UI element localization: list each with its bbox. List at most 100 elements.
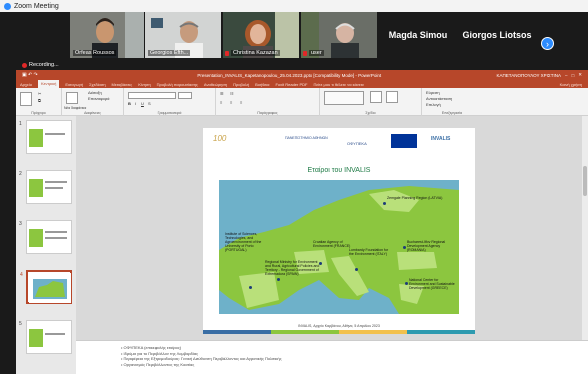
slide-number: 5 (19, 321, 22, 327)
font-name-select[interactable] (128, 92, 176, 99)
copy-icon[interactable]: ⧉ (38, 98, 41, 103)
slide-editor[interactable]: 100 ΠΑΝΕΠΙΣΤΗΜΙΟ ΑΘΗΝΩΝ OΦΥΠΕΚΑ INVALIS … (76, 116, 588, 340)
slide-thumbnail-active[interactable]: 4 (20, 270, 72, 304)
find-button[interactable]: Εύρεση (426, 90, 440, 95)
slide-thumbnail[interactable]: 5 (19, 320, 72, 354)
slide-number: 2 (19, 171, 22, 177)
save-icon[interactable]: ▣ (22, 72, 27, 78)
slide-number: 4 (20, 272, 23, 278)
strikethrough-icon[interactable]: S (148, 101, 151, 106)
bullets-icon[interactable]: ☰ (220, 91, 224, 96)
select-button[interactable]: Επιλογή (426, 102, 441, 107)
numbering-icon[interactable]: ☷ (230, 91, 234, 96)
new-slide-button[interactable]: Νέα διαφάνεια (64, 106, 86, 110)
group-label: Σχέδιο (365, 111, 376, 115)
tab-transitions[interactable]: Μεταβάσεις (112, 82, 133, 87)
current-slide[interactable]: 100 ΠΑΝΕΠΙΣΤΗΜΙΟ ΑΘΗΝΩΝ OΦΥΠΕΚΑ INVALIS … (203, 128, 475, 334)
thumbnail-line (45, 333, 65, 335)
participant-name: Christina Kazazan (231, 50, 280, 56)
participant-name: Georgios Efth... (148, 50, 191, 56)
location-marker-icon (405, 282, 408, 285)
quick-styles-icon[interactable] (386, 91, 398, 103)
share-button[interactable]: Κοινή χρήση (560, 82, 582, 87)
editor-scrollbar[interactable] (582, 116, 588, 340)
centenary-logo: 100 (213, 134, 227, 143)
note-line: Οργανισμός Περιβάλλοντος της Κοατίας (121, 362, 588, 368)
tab-design[interactable]: Σχεδίαση (89, 82, 105, 87)
partner-label: Institute of Sciences, Technologies, and… (225, 232, 262, 253)
partner-label: Bucharest-Ilfov Regional Development Age… (407, 240, 446, 253)
new-slide-icon[interactable] (66, 92, 78, 104)
tab-slideshow[interactable]: Προβολή παρουσίασης (157, 82, 198, 87)
minimize-icon[interactable]: – (565, 73, 568, 78)
underline-icon[interactable]: U (141, 101, 144, 106)
slide-color-bar (203, 330, 475, 334)
muted-mic-icon (225, 51, 229, 56)
participant-tile-magda[interactable]: Magda Simou (382, 12, 454, 58)
ppt-title-bar: ▣ ↶ ↷ Presentation_INVALIS_Kapetanopoulo… (16, 70, 588, 80)
slide-thumbnail[interactable]: 3 (19, 220, 72, 254)
tab-foxit[interactable]: Foxit Reader PDF (275, 82, 307, 87)
align-center-icon[interactable]: ≡ (230, 100, 232, 105)
record-icon (22, 62, 27, 68)
tab-animations[interactable]: Κίνηση (138, 82, 150, 87)
layout-button[interactable]: Διάταξη (88, 90, 102, 95)
tab-insert[interactable]: Εισαγωγή (65, 82, 83, 87)
university-logo-text: ΠΑΝΕΠΙΣΤΗΜΙΟ ΑΘΗΝΩΝ (285, 136, 328, 140)
group-font: B I U S Γραμματοσειρά (124, 88, 216, 116)
paste-icon[interactable] (20, 92, 32, 106)
undo-icon[interactable]: ↶ (28, 72, 32, 78)
tab-home[interactable]: Κεντρική (37, 80, 60, 88)
tab-view[interactable]: Προβολή (233, 82, 249, 87)
signed-in-user[interactable]: ΚΑΠΕΤΑΝΟΠΟΥΛΟΥ ΧΡΙΣΤΙΝΑ (497, 73, 561, 78)
tab-review[interactable]: Αναθεώρηση (204, 82, 227, 87)
reset-button[interactable]: Επαναφορά (88, 96, 109, 101)
maximize-icon[interactable]: □ (571, 73, 574, 78)
ribbon: ✂ ⧉ Πρόχειρο Νέα διαφάνεια Διάταξη Επανα… (16, 88, 588, 116)
slide-thumbnail[interactable]: 2 (19, 170, 72, 204)
partner-label: Croatian Agency of Environment (FRANCE) (313, 240, 351, 249)
replace-button[interactable]: Αντικατάσταση (426, 96, 452, 101)
quick-access-toolbar[interactable]: ▣ ↶ ↷ (22, 72, 82, 78)
tab-file[interactable]: Αρχείο (20, 82, 32, 87)
shapes-gallery[interactable] (324, 91, 364, 105)
partner-label: National Center for Environment and Sust… (409, 278, 455, 291)
close-icon[interactable]: ✕ (578, 72, 582, 78)
slide-number: 3 (19, 221, 22, 227)
speaker-notes-pane[interactable]: ΟΦΥΠΕΚΑ (επικεφαλής εταίρος) Ιδρύμα για … (76, 340, 588, 374)
redo-icon[interactable]: ↷ (33, 72, 37, 78)
next-page-button[interactable]: › (541, 37, 554, 50)
italic-icon[interactable]: I (135, 101, 136, 106)
slide-title: Εταίροι του INVALIS (307, 167, 371, 174)
slide-thumbnail[interactable]: 1 (19, 120, 72, 154)
participant-tile[interactable]: Georgios Efth... (145, 12, 221, 58)
scrollbar-thumb[interactable] (583, 166, 587, 196)
thumbnail-graphic (29, 329, 43, 347)
zoom-window-title: Zoom Meeting (14, 2, 59, 10)
participant-tile[interactable]: user (301, 12, 377, 58)
participant-tile[interactable]: Christina Kazazan (223, 12, 299, 58)
align-right-icon[interactable]: ≡ (240, 100, 242, 105)
tab-help[interactable]: Βοήθεια (255, 82, 269, 87)
muted-mic-icon (303, 51, 307, 56)
ribbon-tabs: Αρχείο Κεντρική Εισαγωγή Σχεδίαση Μεταβά… (16, 80, 588, 88)
thumbnail-line (45, 237, 67, 239)
arrange-icon[interactable] (370, 91, 382, 103)
participant-tile[interactable]: Orfeas Roussos (70, 12, 144, 58)
tell-me-search[interactable]: Πείτε μου τι θέλετε να κάνετε (313, 82, 364, 87)
location-marker-icon (383, 202, 386, 205)
thumbnail-graphic (29, 129, 43, 147)
ofypeka-logo-text: OΦΥΠΕΚΑ (347, 141, 367, 146)
bold-icon[interactable]: B (128, 101, 131, 106)
align-left-icon[interactable]: ≡ (220, 100, 222, 105)
font-size-select[interactable] (178, 92, 192, 99)
slide-number: 1 (19, 121, 22, 127)
thumbnail-line (45, 231, 67, 233)
cut-icon[interactable]: ✂ (38, 91, 41, 96)
recording-indicator[interactable]: Recording... (22, 62, 59, 68)
participant-name: Giorgos Liotsos (462, 30, 532, 40)
thumbnail-map (29, 273, 71, 303)
location-marker-icon (319, 262, 322, 265)
zoom-title-bar: Zoom Meeting (0, 0, 588, 12)
participant-tile-giorgos[interactable]: Giorgos Liotsos (458, 12, 536, 58)
